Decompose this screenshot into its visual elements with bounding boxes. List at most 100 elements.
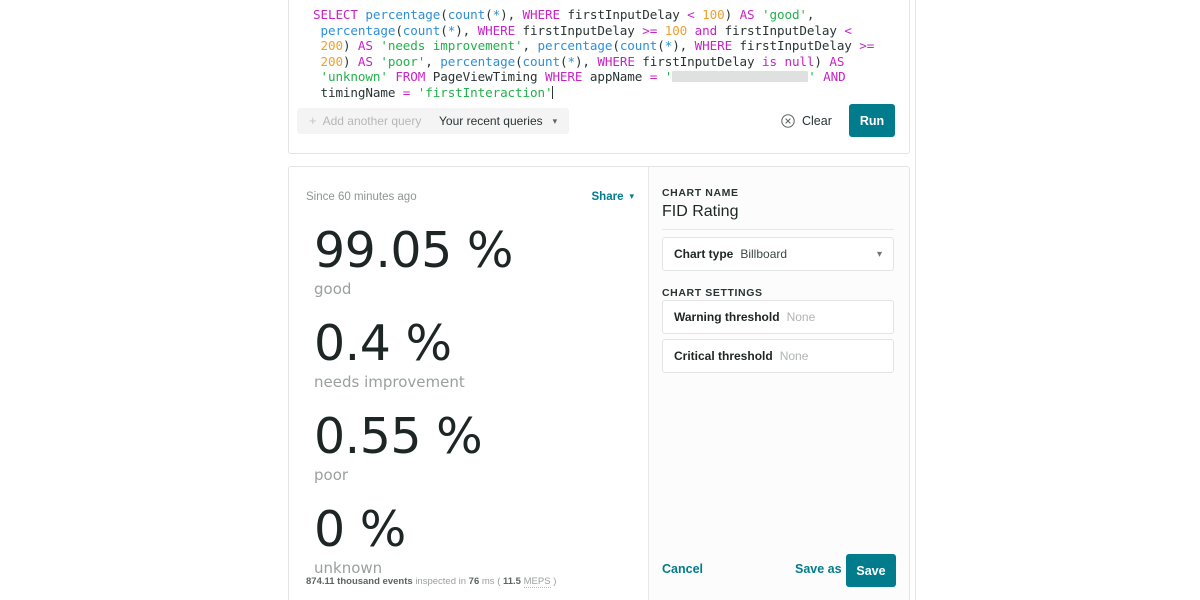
billboard-item: 0.55 % poor (314, 409, 638, 485)
inspection-rate: 11.5 (503, 576, 521, 587)
chevron-down-icon: ▾ (552, 116, 558, 126)
chart-preview-pane: Since 60 minutes ago Share ▾ 99.05 % good… (289, 167, 648, 600)
code-token-fn: percentage (365, 7, 441, 22)
cancel-button[interactable]: Cancel (662, 562, 703, 576)
code-token-op: >= (642, 22, 658, 38)
duration-unit: ms (481, 576, 495, 587)
chevron-down-icon: ▾ (629, 190, 634, 201)
code-token-plain: PageViewTiming (425, 69, 545, 85)
billboard-list: 99.05 % good 0.4 % needs improvement 0.55 % p… (314, 223, 638, 595)
share-label: Share (591, 191, 624, 203)
inspection-duration: 76 (468, 576, 480, 587)
clear-query-button[interactable]: Clear (781, 108, 832, 134)
page-right-divider (915, 0, 916, 600)
chevron-down-icon: ▾ (876, 248, 882, 260)
code-token-str: ' (808, 69, 816, 85)
code-token-plain: ), (574, 53, 598, 69)
chart-settings-pane: CHART NAME Chart type Billboard ▾ CHART … (648, 167, 909, 600)
code-token-plain: ( (657, 38, 665, 54)
critical-threshold-value: None (779, 349, 809, 363)
run-query-button[interactable]: Run (849, 104, 895, 137)
query-builder-page: SELECT percentage(count(*), WHERE firstI… (0, 0, 1200, 600)
billboard-value: 0.4 % (314, 315, 452, 372)
add-another-query-button[interactable]: + Add another query (297, 108, 434, 134)
warning-threshold-field[interactable]: Warning threshold None (662, 300, 894, 334)
code-token-plain: firstInputDelay (732, 38, 860, 54)
chart-settings-section-label: CHART SETTINGS (662, 287, 763, 299)
code-token-kw: AS (357, 38, 373, 54)
chart-type-select[interactable]: Chart type Billboard ▾ (662, 237, 894, 271)
recent-queries-label: Your recent queries (439, 114, 543, 128)
code-token-plain: firstInputDelay (717, 22, 845, 38)
nrql-query-code[interactable]: SELECT percentage(count(*), WHERE firstI… (313, 7, 895, 101)
code-token-kw: WHERE (477, 22, 516, 38)
code-token-plain: ( (485, 7, 493, 22)
code-token-kw: AS (739, 7, 755, 22)
time-range-label: Since 60 minutes ago (306, 191, 417, 203)
code-token-plain: firstInputDelay (559, 7, 688, 22)
code-token-fn: count (522, 53, 561, 69)
share-dropdown[interactable]: Share ▾ (591, 190, 635, 204)
code-token-kw: AND (823, 69, 846, 85)
code-token-kw: FROM (395, 69, 426, 85)
save-as-button[interactable]: Save as (795, 562, 842, 576)
billboard-item: 99.05 % good (314, 223, 638, 299)
code-token-star: * (492, 7, 501, 22)
code-token-kw: WHERE (522, 7, 561, 22)
code-token-plain: ) (342, 53, 358, 69)
code-token-plain: ) (724, 7, 740, 22)
warning-threshold-label: Warning threshold (674, 310, 780, 324)
code-token-plain: ) (814, 53, 830, 69)
code-token-op: < (844, 22, 852, 38)
circle-x-icon (781, 114, 795, 128)
code-token-plain: ( (395, 22, 403, 38)
code-token-str: 'unknown' (320, 69, 388, 85)
billboard-item: 0.4 % needs improvement (314, 316, 638, 392)
code-token-star: * (567, 53, 575, 69)
code-token-str: 'firstInteraction' (417, 84, 553, 100)
billboard-label: poor (314, 466, 349, 484)
billboard-value: 0.55 % (314, 408, 483, 465)
code-token-op: < (687, 7, 695, 22)
code-token-plain: ( (440, 22, 448, 38)
code-token-fn: count (402, 22, 441, 38)
code-token-plain: timingName (320, 84, 396, 100)
recent-queries-dropdown[interactable]: Your recent queries ▾ (427, 108, 570, 134)
critical-threshold-label: Critical threshold (674, 349, 773, 363)
code-token-plain: ( (440, 7, 448, 22)
plus-icon: + (309, 113, 317, 128)
code-token-kw: AS (357, 53, 373, 69)
code-token-plain: , (522, 38, 538, 54)
inspection-summary: 874.11 thousand events inspected in 76 m… (306, 576, 556, 588)
code-token-str: ' (664, 69, 673, 85)
chart-type-label: Chart type (674, 247, 734, 261)
clear-label: Clear (802, 114, 832, 128)
code-token-num: 100 (664, 22, 688, 38)
chart-name-section-label: CHART NAME (662, 187, 739, 199)
preview-header: Since 60 minutes ago Share ▾ (306, 191, 634, 207)
code-token-fn: percentage (537, 38, 613, 54)
code-token-fn: count (619, 38, 658, 54)
query-editor-toolbar: + Add another query Your recent queries ▾ … (289, 104, 909, 153)
meps-unit: MEPS (523, 576, 551, 588)
save-button[interactable]: Save (846, 554, 896, 587)
code-token-kw: WHERE (694, 38, 733, 54)
code-token-fn: percentage (440, 53, 516, 69)
code-token-kw: AS (829, 53, 845, 69)
code-token-plain: ), (672, 38, 695, 54)
code-token-plain: ) (342, 38, 358, 54)
billboard-label: good (314, 280, 352, 298)
inspected-text: inspected in (415, 576, 467, 587)
critical-threshold-field[interactable]: Critical threshold None (662, 339, 894, 373)
chart-name-input[interactable] (662, 199, 894, 230)
chart-builder-card: Since 60 minutes ago Share ▾ 99.05 % good… (288, 166, 910, 600)
settings-footer: Cancel Save as Save (662, 554, 896, 587)
redacted-appname-value (672, 71, 809, 83)
code-token-plain: ), (500, 7, 523, 22)
billboard-item: 0 % unknown (314, 502, 638, 578)
code-token-num: 200 (320, 38, 343, 54)
chart-type-value: Billboard (740, 247, 788, 261)
